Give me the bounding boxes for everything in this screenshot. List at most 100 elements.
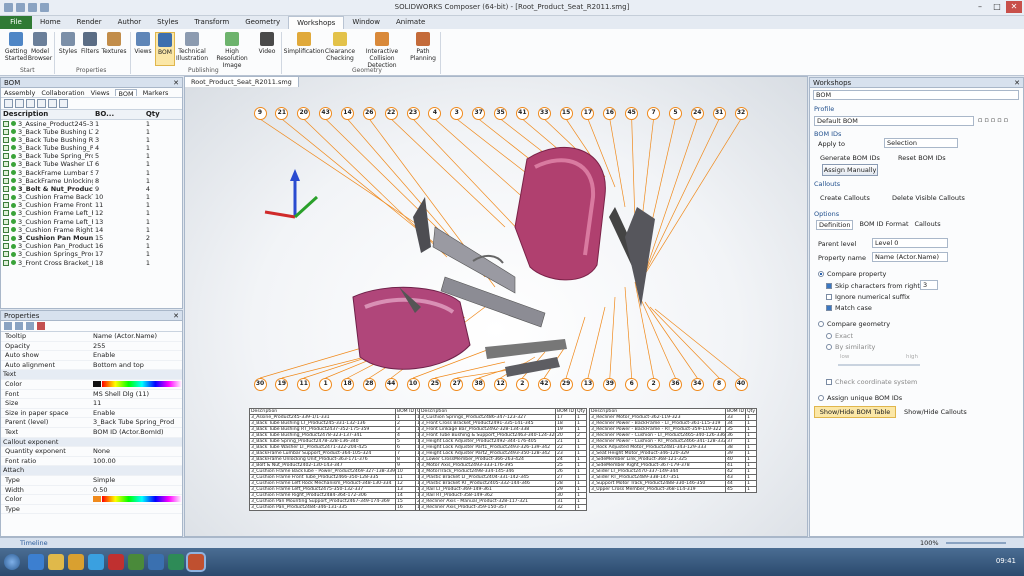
bom-callout[interactable]: 29: [559, 377, 573, 391]
property-value[interactable]: [93, 466, 182, 475]
triad-x-axis[interactable]: [264, 210, 296, 219]
bom-callout[interactable]: 34: [690, 377, 704, 391]
bom-callout[interactable]: 37: [472, 106, 486, 120]
bom-callout[interactable]: 21: [275, 106, 289, 120]
visibility-checkbox-icon[interactable]: [3, 243, 9, 250]
bom-tree-row[interactable]: 3_Back Tube Spring_Produ5 1: [1, 152, 182, 160]
bom-tree-row[interactable]: 3_Cushion Frame Left_Roc12 1: [1, 209, 182, 217]
bom-table[interactable]: Description BOM ID Qty 3_Cushion Springs_Pr…: [419, 408, 588, 511]
bom-callout[interactable]: 2: [515, 377, 529, 391]
bom-tree-row[interactable]: 3_Cushion Frame BackTub10 1: [1, 193, 182, 201]
bom-callout[interactable]: 16: [603, 106, 617, 120]
color-swatch[interactable]: [93, 380, 101, 387]
property-value[interactable]: 100.00: [93, 457, 182, 466]
check-coord-checkbox[interactable]: Check coordinate system: [826, 378, 917, 386]
bom-callout[interactable]: 38: [472, 377, 486, 391]
bom-tree-row[interactable]: 3_Cushion Pan Mounting15 2: [1, 234, 182, 242]
properties-tool-icon[interactable]: [15, 322, 23, 330]
bom-callout[interactable]: 32: [734, 106, 748, 120]
sort-icon[interactable]: [26, 99, 35, 108]
folder-icon[interactable]: [48, 554, 64, 570]
property-row[interactable]: Auto show Enable: [1, 351, 182, 361]
visibility-checkbox-icon[interactable]: [3, 169, 9, 176]
assign-unique-radio[interactable]: Assign unique BOM IDs: [818, 394, 902, 402]
bom-callout[interactable]: 43: [319, 106, 333, 120]
color-gradient[interactable]: [102, 496, 182, 503]
skip-chars-checkbox[interactable]: Skip characters from right: [826, 282, 920, 290]
close-icon[interactable]: ✕: [173, 78, 179, 88]
rail-part[interactable]: [505, 357, 560, 377]
bom-tree-row[interactable]: 3_BackFrame Unlocking Ur8 1: [1, 177, 182, 185]
bom-callout[interactable]: 28: [362, 377, 376, 391]
bom-callout[interactable]: 5: [668, 106, 682, 120]
bom-callout[interactable]: 10: [406, 377, 420, 391]
bom-callout[interactable]: 13: [581, 377, 595, 391]
tab-styles[interactable]: Styles: [149, 16, 186, 29]
bom-callout[interactable]: 36: [668, 377, 682, 391]
properties-tool-icon[interactable]: [4, 322, 12, 330]
property-row[interactable]: Auto alignment Bottom and top: [1, 361, 182, 371]
property-section[interactable]: Callout exponent: [1, 437, 182, 448]
properties-tool-icon[interactable]: [26, 322, 34, 330]
bom-tree-row[interactable]: 3_Back Tube Bushing LT_P2 1: [1, 128, 182, 136]
property-value[interactable]: BOM ID (Actor.BomId): [93, 428, 182, 437]
property-row[interactable]: Parent (level) 3_Back Tube Spring_Prod: [1, 418, 182, 428]
property-row[interactable]: Font MS Shell Dlg (11): [1, 390, 182, 400]
workshop-selector[interactable]: BOM: [813, 90, 1019, 100]
bom-tree-row[interactable]: 3_BackFrame Lumbar Supp7 1: [1, 168, 182, 177]
chrome-icon[interactable]: [128, 554, 144, 570]
visibility-checkbox-icon[interactable]: [3, 251, 9, 258]
tab-transform[interactable]: Transform: [186, 16, 237, 29]
timeline-tab[interactable]: Timeline: [20, 539, 48, 547]
tab-home[interactable]: Home: [32, 16, 69, 29]
properties-tool-icon[interactable]: [37, 322, 45, 330]
property-row[interactable]: Opacity 255: [1, 342, 182, 352]
skype-icon[interactable]: [88, 554, 104, 570]
property-row[interactable]: Color: [1, 495, 182, 505]
tab-collaboration[interactable]: Collaboration: [41, 89, 84, 97]
bom-tree-row[interactable]: 3_Back Tube Bushing_Prod4 1: [1, 144, 182, 152]
visibility-checkbox-icon[interactable]: [3, 185, 9, 192]
bom-callout[interactable]: 20: [297, 106, 311, 120]
property-section[interactable]: Text: [1, 370, 182, 380]
bom-callout[interactable]: 2: [647, 377, 661, 391]
export-icon[interactable]: [48, 99, 57, 108]
visibility-checkbox-icon[interactable]: [3, 153, 9, 160]
tab-workshops[interactable]: Workshops: [288, 16, 345, 29]
bom-callout[interactable]: 35: [494, 106, 507, 120]
bom-table[interactable]: DescriptionBOM IDQty3_Assine_Product245-…: [249, 408, 428, 511]
3d-viewport[interactable]: 9 21 20 43 14 26 22 23 4 3 37 35 41 33 15 17 16 45 7 5 24 31 3…: [184, 76, 808, 537]
visibility-checkbox-icon[interactable]: [3, 161, 9, 168]
bom-tree-row[interactable]: 3_Cushion Frame Left_Pro13 1: [1, 218, 182, 226]
styles-button[interactable]: Styles: [58, 32, 78, 55]
bom-callout[interactable]: 25: [428, 377, 442, 391]
tab-assembly[interactable]: Assembly: [4, 89, 35, 97]
property-value[interactable]: Enable: [93, 409, 182, 418]
parent-level-select[interactable]: Level 0: [872, 238, 948, 248]
visibility-checkbox-icon[interactable]: [3, 235, 9, 242]
document-tab[interactable]: Root_Product_Seat_R2011.smg: [184, 76, 299, 87]
media-icon[interactable]: [68, 554, 84, 570]
bom-callout[interactable]: 40: [734, 377, 748, 391]
tab-bom[interactable]: BOM: [115, 89, 137, 98]
path-planning-button[interactable]: Path Planning: [410, 32, 436, 62]
visibility-checkbox-icon[interactable]: [3, 128, 9, 135]
tab-author[interactable]: Author: [110, 16, 150, 29]
match-case-checkbox[interactable]: Match case: [826, 304, 872, 312]
profile-tools[interactable]: ▫▫▫▫▫: [978, 116, 1010, 124]
clearance-checking-button[interactable]: Clearance Checking: [325, 32, 355, 62]
zoom-slider[interactable]: [946, 542, 1006, 544]
tab-bom-id-format[interactable]: BOM ID Format: [859, 220, 908, 230]
bom-callout[interactable]: 42: [537, 377, 551, 391]
maximize-icon[interactable]: □: [989, 1, 1005, 13]
bom-callout[interactable]: 33: [537, 106, 551, 120]
show-hide-callouts-button[interactable]: Show/Hide Callouts: [904, 408, 967, 416]
bom-callout[interactable]: 44: [384, 377, 398, 391]
triad-arrow[interactable]: [290, 169, 300, 181]
bom-callout[interactable]: 1: [319, 377, 333, 391]
bom-callout[interactable]: 17: [581, 106, 595, 120]
bom-callout[interactable]: 8: [712, 377, 726, 391]
model-browser-button[interactable]: Model Browser: [28, 32, 52, 62]
app-icon[interactable]: [108, 554, 124, 570]
property-value[interactable]: Bottom and top: [93, 361, 182, 370]
